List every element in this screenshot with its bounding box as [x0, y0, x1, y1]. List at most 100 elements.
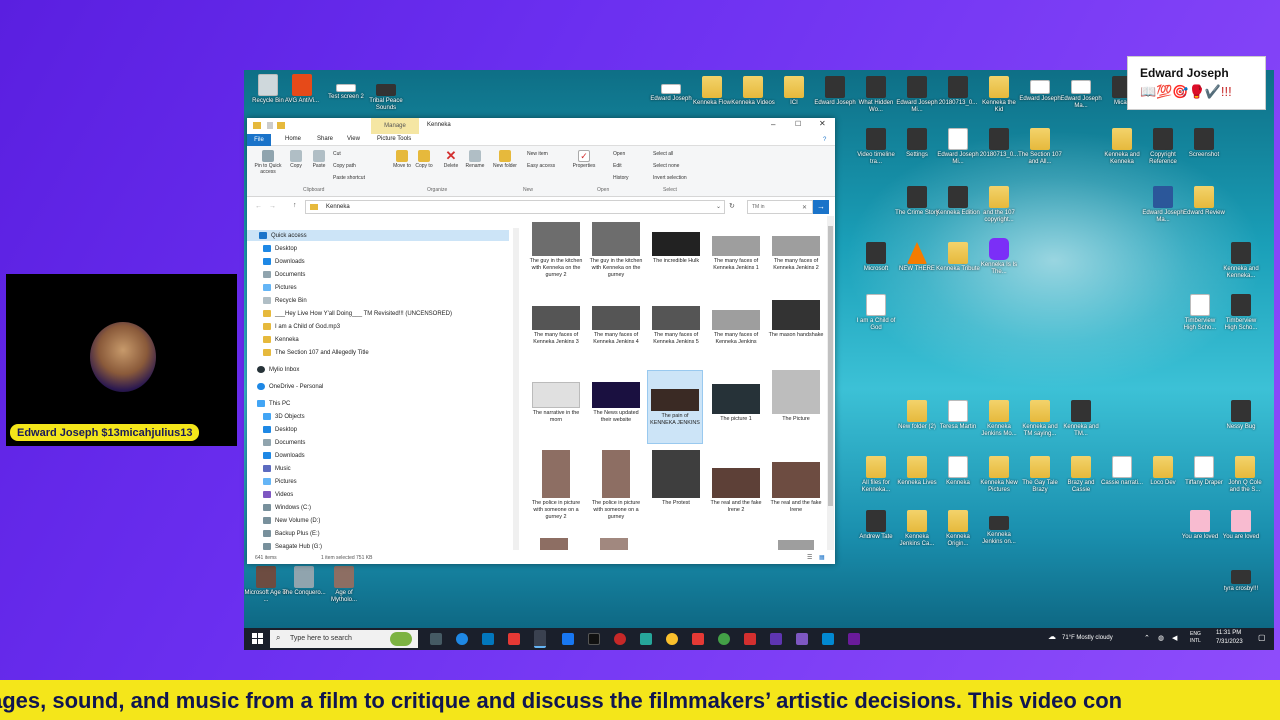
chrome-icon[interactable] [718, 633, 730, 645]
task-view-icon[interactable] [430, 633, 442, 645]
nav-pc-documents[interactable]: Documents [263, 437, 305, 448]
desktop-icon-r8-3[interactable]: Kenneka Origin... [936, 510, 980, 548]
desktop-icon-r8-2[interactable]: Kenneka Jenkins Ca... [895, 510, 939, 548]
clock-date[interactable]: 7/31/2023 [1216, 639, 1243, 645]
desktop-icon-7[interactable]: Edward Joseph Mi... [895, 76, 939, 114]
file-item[interactable]: The many faces of Kenneka Jenkins 3 [528, 306, 584, 346]
tab-view[interactable]: View [347, 136, 360, 142]
details-view-icon[interactable]: ☰ [807, 554, 812, 561]
desktop-icon-r8-1[interactable]: Andrew Tate [854, 510, 898, 541]
file-thumbnail-partial[interactable] [600, 538, 628, 550]
nav-scrollbar[interactable] [513, 228, 519, 550]
nav-pc-downloads[interactable]: Downloads [263, 450, 305, 461]
nav-recycle-bin[interactable]: Recycle Bin [263, 295, 307, 306]
chevron-down-icon[interactable]: ⌄ [716, 203, 721, 210]
nav-folder-section-107[interactable]: The Section 107 and Allegedly Title [263, 347, 369, 358]
desktop-icon-2[interactable]: Kenneka Flow [690, 76, 734, 107]
tab-share[interactable]: Share [317, 136, 333, 142]
tray-arrow-icon[interactable]: ⌃ [1144, 634, 1150, 642]
desktop-icon-r2-3[interactable]: Edward Joseph Mi... [936, 128, 980, 166]
scrollbar-thumb[interactable] [828, 226, 833, 506]
file-item[interactable]: The real and the fake Irene 2 [708, 468, 764, 514]
nav-drive-c[interactable]: Windows (C:) [263, 502, 311, 513]
maximize-button[interactable]: ☐ [795, 120, 801, 128]
desktop-icon-r7-9[interactable]: Tiffany Draper [1182, 456, 1226, 487]
search-box[interactable]: TM in ✕ [747, 200, 813, 214]
desktop-icon-11[interactable]: Edward Joseph Ma... [1059, 80, 1103, 110]
new-item-button[interactable]: New item [527, 151, 548, 157]
file-item[interactable]: The many faces of Kenneka Jenkins 4 [588, 306, 644, 346]
app-icon[interactable] [640, 633, 652, 645]
desktop-icon-8[interactable]: 20180713_0... [936, 76, 980, 107]
file-item-selected[interactable]: The pain of KENNEKA JENKINS [647, 370, 703, 444]
rename-button[interactable]: Rename [465, 150, 485, 169]
network-icon[interactable]: ◍ [1158, 634, 1164, 642]
file-explorer-taskbar-icon[interactable] [534, 630, 546, 648]
copy-to-button[interactable]: Copy to [415, 150, 433, 169]
address-bar[interactable]: Kenneka ⌄ [305, 200, 725, 214]
weather-icon[interactable]: ☁ [1048, 632, 1058, 642]
weather-text[interactable]: 71°F Mostly cloudy [1062, 635, 1113, 641]
desktop-icon-r7-7[interactable]: Cassie narrati... [1100, 456, 1144, 487]
easy-access-button[interactable]: Easy access [527, 163, 555, 169]
desktop-icon-3[interactable]: Kenneka Videos [731, 76, 775, 107]
nav-folder-child-of-god[interactable]: I am a Child of God.mp3 [263, 321, 340, 332]
desktop-icon-r7-8[interactable]: Loco Dev [1141, 456, 1185, 487]
tiktok-icon[interactable] [588, 633, 600, 645]
edit-button[interactable]: Edit [613, 163, 622, 169]
video-editor-icon[interactable] [796, 633, 808, 645]
open-button[interactable]: Open [613, 151, 625, 157]
nav-pc-pictures[interactable]: Pictures [263, 476, 297, 487]
app-icon[interactable] [614, 633, 626, 645]
desktop-icon-r8-4[interactable]: Kenneka Jenkins on... [977, 516, 1021, 546]
desktop-icon-4[interactable]: ICI [772, 76, 816, 107]
desktop-icon-r2-2[interactable]: Settings [895, 128, 939, 159]
desktop-icon-r2-7[interactable]: Copyright Reference [1141, 128, 1185, 166]
search-go-button[interactable]: → [813, 200, 829, 214]
notifications-icon[interactable]: ▢ [1258, 633, 1266, 642]
file-thumbnail-partial[interactable] [778, 540, 814, 550]
youtube-icon[interactable] [692, 633, 704, 645]
manage-tab[interactable]: Manage [371, 118, 419, 134]
paste-shortcut-button[interactable]: Paste shortcut [333, 175, 365, 181]
nav-downloads[interactable]: Downloads [263, 256, 305, 267]
file-item[interactable]: The Picture [768, 370, 824, 423]
desktop-icon-r8-5[interactable]: You are loved [1178, 510, 1222, 541]
desktop-icon-9[interactable]: Kenneka the Kid [977, 76, 1021, 114]
language-indicator[interactable]: ENG INTL [1190, 631, 1210, 645]
tab-picture-tools[interactable]: Picture Tools [377, 136, 411, 142]
file-item[interactable]: The Protest [648, 450, 704, 507]
new-folder-icon[interactable] [277, 122, 285, 129]
desktop-icon-r4-3[interactable]: Kenneka Tribute [936, 242, 980, 273]
nav-onedrive[interactable]: OneDrive - Personal [257, 381, 323, 392]
nav-pc-desktop[interactable]: Desktop [263, 424, 297, 435]
clear-search-icon[interactable]: ✕ [802, 204, 807, 211]
desktop-icon-r6-5[interactable]: Kenneka and TM... [1059, 400, 1103, 438]
desktop-icon-5[interactable]: Edward Joseph [813, 76, 857, 107]
up-arrow-icon[interactable]: ↑ [293, 202, 297, 209]
desktop-icon-r6-4[interactable]: Kenneka and TM saying... [1018, 400, 1062, 438]
desktop-icon-r5-3[interactable]: Timberview High Scho... [1219, 294, 1263, 332]
desktop-icon-r7-4[interactable]: Kenneka New Pictures [977, 456, 1021, 494]
forward-arrow-icon[interactable]: → [269, 203, 276, 210]
desktop-icon-avg[interactable]: AVG AntiVi... [280, 74, 324, 105]
file-item[interactable]: The police in picture with someone on a … [528, 450, 584, 521]
desktop-icon-r2-8[interactable]: Screenshot [1182, 128, 1226, 159]
nav-music[interactable]: Music [263, 463, 291, 474]
clock-time[interactable]: 11:31 PM [1216, 630, 1241, 636]
desktop-icon-tyra[interactable]: tyra crosby!!! [1219, 570, 1263, 593]
nav-desktop[interactable]: Desktop [263, 243, 297, 254]
taskbar-search-box[interactable]: ⌕ Type here to search [270, 630, 418, 648]
file-item[interactable]: The narrative in the morn [528, 382, 584, 424]
desktop-icon-r6-3[interactable]: Kenneka Jenkins Mo... [977, 400, 1021, 438]
nav-pictures[interactable]: Pictures [263, 282, 297, 293]
desktop-icon-r2-4[interactable]: 20180713_0... [977, 128, 1021, 159]
copy-button[interactable]: Copy [287, 150, 305, 169]
file-item[interactable]: The many faces of Kenneka Jenkins 1 [708, 236, 764, 272]
file-item[interactable]: The police in picture with someone on a … [588, 450, 644, 521]
desktop-icon-r4-vlc[interactable]: NEW THERE [895, 242, 939, 273]
app-icon[interactable] [744, 633, 756, 645]
mail-icon[interactable] [482, 633, 494, 645]
nav-drive-e[interactable]: Backup Plus (E:) [263, 528, 320, 539]
photos-icon[interactable] [822, 633, 834, 645]
